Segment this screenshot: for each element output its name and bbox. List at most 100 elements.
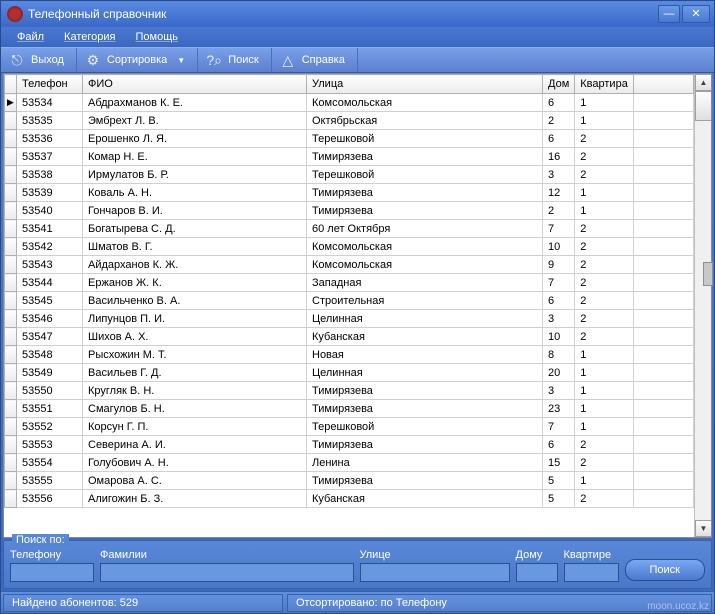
cell-fio: Смагулов Б. Н. [83,400,307,418]
cell-spacer [633,364,693,382]
row-marker [5,454,17,472]
cell-flat: 1 [575,418,634,436]
exit-icon: ⎋ [9,52,25,68]
column-house[interactable]: Дом [543,75,575,94]
cell-phone: 53535 [17,112,83,130]
table-row[interactable]: 53549Васильев Г. Д.Целинная201 [5,364,694,382]
search-house-label: Дому [516,549,558,561]
cell-house: 10 [543,328,575,346]
table-row[interactable]: 53543Айдарханов К. Ж.Комсомольская92 [5,256,694,274]
cell-phone: 53540 [17,202,83,220]
help-label: Справка [302,54,345,66]
titlebar: Телефонный справочник — ✕ [1,1,714,27]
do-search-button[interactable]: Поиск [625,559,705,581]
table-row[interactable]: 53554Голубович А. Н.Ленина152 [5,454,694,472]
status-sorted: Отсортировано: по Телефону [287,594,712,612]
table-row[interactable]: 53551Смагулов Б. Н.Тимирязева231 [5,400,694,418]
cell-spacer [633,184,693,202]
row-marker [5,184,17,202]
table-row[interactable]: 53539Коваль А. Н.Тимирязева121 [5,184,694,202]
minimize-button[interactable]: — [658,5,680,23]
cell-flat: 1 [575,472,634,490]
table-row[interactable]: 53536Ерошенко Л. Я.Терешковой62 [5,130,694,148]
cell-house: 16 [543,148,575,166]
window-controls: — ✕ [658,5,710,23]
table-row[interactable]: 53546Липунцов П. И.Целинная32 [5,310,694,328]
table-row[interactable]: 53535Эмбрехт Л. В.Октябрьская21 [5,112,694,130]
table-row[interactable]: 53545Васильченко В. А.Строительная62 [5,292,694,310]
cell-street: Новая [307,346,543,364]
table-row[interactable]: 53540Гончаров В. И.Тимирязева21 [5,202,694,220]
exit-button[interactable]: ⎋ Выход [1,48,77,72]
scroll-thumb[interactable] [695,91,712,121]
cell-flat: 2 [575,292,634,310]
cell-flat: 2 [575,274,634,292]
table-row[interactable]: 53550Кругляк В. Н.Тимирязева31 [5,382,694,400]
cell-flat: 2 [575,166,634,184]
toolbar: ⎋ Выход ⚙ Сортировка ▼ ?⌕ Поиск △ Справк… [1,47,714,73]
cell-street: Тимирязева [307,148,543,166]
row-marker [5,400,17,418]
cell-fio: Омарова А. С. [83,472,307,490]
cell-phone: 53550 [17,382,83,400]
search-surname-input[interactable] [100,563,354,582]
cell-fio: Липунцов П. И. [83,310,307,328]
data-grid[interactable]: Телефон ФИО Улица Дом Квартира ▶53534Абд… [3,73,712,538]
outer-scroll-indicator[interactable] [703,262,713,286]
table-row[interactable]: 53553Северина А. И.Тимирязева62 [5,436,694,454]
cell-street: Кубанская [307,490,543,508]
table-row[interactable]: 53544Ержанов Ж. К.Западная72 [5,274,694,292]
cell-fio: Кругляк В. Н. [83,382,307,400]
table-row[interactable]: 53542Шматов В. Г.Комсомольская102 [5,238,694,256]
cell-house: 3 [543,166,575,184]
cell-spacer [633,472,693,490]
cell-street: Ленина [307,454,543,472]
search-street-input[interactable] [360,563,510,582]
cell-house: 6 [543,130,575,148]
row-marker-header[interactable] [5,75,17,94]
cell-flat: 1 [575,364,634,382]
menu-file[interactable]: Файл [7,29,54,45]
cell-street: Тимирязева [307,382,543,400]
column-flat[interactable]: Квартира [575,75,634,94]
row-marker [5,274,17,292]
vertical-scrollbar[interactable]: ▲ ▼ [694,74,711,537]
table-row[interactable]: 53538Ирмулатов Б. Р.Терешковой32 [5,166,694,184]
menu-category[interactable]: Категория [54,29,125,45]
cell-street: 60 лет Октября [307,220,543,238]
search-house-input[interactable] [516,563,558,582]
table-row[interactable]: 53555Омарова А. С.Тимирязева51 [5,472,694,490]
scroll-down-button[interactable]: ▼ [695,520,712,537]
table-row[interactable]: 53556Алигожин Б. З.Кубанская52 [5,490,694,508]
cell-fio: Рысхожин М. Т. [83,346,307,364]
menu-help[interactable]: Помощь [125,29,188,45]
cell-spacer [633,382,693,400]
table-row[interactable]: 53541Богатырева С. Д.60 лет Октября72 [5,220,694,238]
cell-fio: Ирмулатов Б. Р. [83,166,307,184]
cell-fio: Ерошенко Л. Я. [83,130,307,148]
search-flat-input[interactable] [564,563,619,582]
menubar: Файл Категория Помощь [1,27,714,47]
cell-street: Октябрьская [307,112,543,130]
search-icon: ?⌕ [206,52,222,68]
table-row[interactable]: 53537Комар Н. Е.Тимирязева162 [5,148,694,166]
cell-phone: 53547 [17,328,83,346]
scroll-up-button[interactable]: ▲ [695,74,712,91]
cell-spacer [633,490,693,508]
sort-button[interactable]: ⚙ Сортировка ▼ [77,48,198,72]
table-row[interactable]: 53548Рысхожин М. Т.Новая81 [5,346,694,364]
exit-label: Выход [31,54,64,66]
table-row[interactable]: ▶53534Абдрахманов К. Е.Комсомольская61 [5,94,694,112]
column-street[interactable]: Улица [307,75,543,94]
table-row[interactable]: 53552Корсун Г. П.Терешковой71 [5,418,694,436]
column-fio[interactable]: ФИО [83,75,307,94]
table-row[interactable]: 53547Шихов А. Х.Кубанская102 [5,328,694,346]
search-button[interactable]: ?⌕ Поиск [198,48,271,72]
row-marker [5,112,17,130]
search-phone-input[interactable] [10,563,94,582]
column-phone[interactable]: Телефон [17,75,83,94]
cell-house: 5 [543,472,575,490]
help-button[interactable]: △ Справка [272,48,358,72]
sort-label: Сортировка [107,54,167,66]
close-button[interactable]: ✕ [682,5,710,23]
